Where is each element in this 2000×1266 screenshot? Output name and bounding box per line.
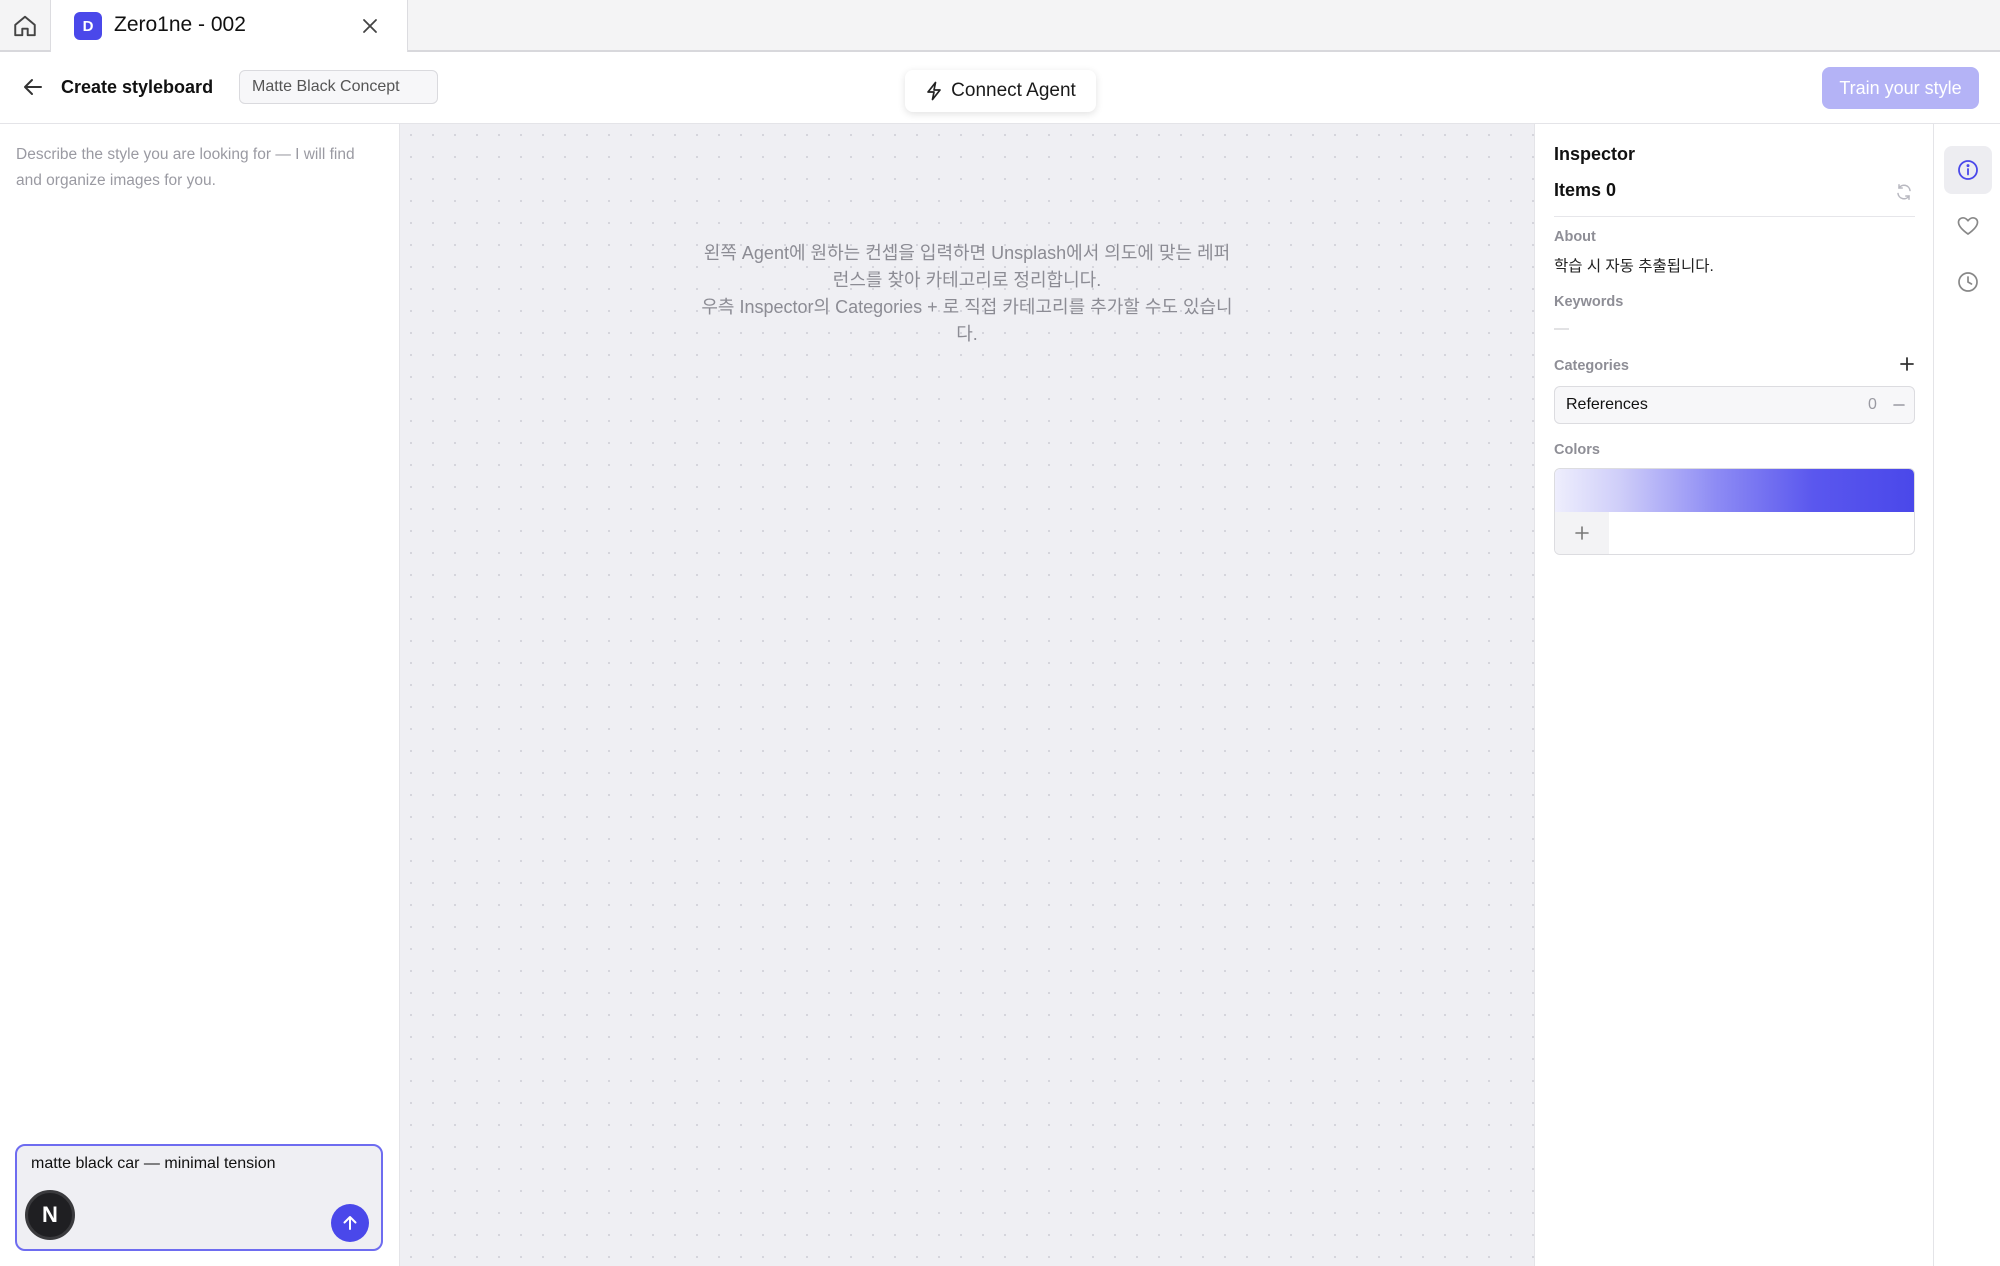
home-icon bbox=[14, 15, 36, 37]
info-icon bbox=[1958, 160, 1978, 180]
agent-hint: Describe the style you are looking for —… bbox=[16, 146, 355, 189]
category-row[interactable]: References 0 bbox=[1554, 386, 1915, 424]
about-text: 학습 시 자동 추출됩니다. bbox=[1554, 258, 1714, 275]
tab-document[interactable]: D Zero1ne - 002 bbox=[51, 0, 408, 53]
arrow-left-icon bbox=[24, 79, 42, 95]
tab-close-button[interactable] bbox=[357, 13, 383, 39]
color-gradient-swatch[interactable] bbox=[1555, 469, 1914, 512]
colors-label: Colors bbox=[1554, 442, 1600, 458]
about-label: About bbox=[1554, 229, 1596, 245]
close-icon bbox=[363, 19, 377, 33]
chat-input[interactable]: matte black car — minimal tension bbox=[31, 1155, 276, 1173]
items-count: Items 0 bbox=[1554, 180, 1617, 200]
document-badge: D bbox=[74, 12, 102, 40]
inspector-divider bbox=[1554, 216, 1915, 217]
inspector-title: Inspector bbox=[1554, 144, 1636, 164]
send-button[interactable] bbox=[331, 1204, 369, 1242]
home-button[interactable] bbox=[0, 0, 51, 52]
categories-label: Categories bbox=[1554, 358, 1629, 374]
tab-bar: D Zero1ne - 002 bbox=[0, 0, 2000, 53]
add-category-button[interactable] bbox=[1897, 354, 1917, 374]
side-rail bbox=[1934, 124, 2000, 1266]
arrow-up-icon bbox=[343, 1216, 357, 1230]
category-count: 0 bbox=[1868, 396, 1877, 413]
page-title: Create styleboard bbox=[61, 77, 214, 97]
category-name: References bbox=[1566, 396, 1648, 413]
lightning-icon bbox=[927, 81, 942, 101]
avatar[interactable]: N bbox=[25, 1190, 75, 1240]
connect-agent-button[interactable]: Connect Agent bbox=[905, 70, 1096, 112]
refresh-button[interactable] bbox=[1893, 181, 1915, 203]
canvas-empty-message: 왼쪽 Agent에 원하는 컨셉을 입력하면 Unsplash에서 의도에 맞는… bbox=[700, 240, 1234, 348]
clock-icon bbox=[1958, 272, 1978, 292]
chat-input-box[interactable]: matte black car — minimal tension N bbox=[15, 1144, 383, 1251]
connect-agent-label: Connect Agent bbox=[951, 80, 1076, 101]
plus-icon bbox=[1900, 357, 1914, 371]
inspector-tab-button[interactable] bbox=[1944, 146, 1992, 194]
refresh-icon bbox=[1897, 184, 1911, 200]
canvas-message-line1: 왼쪽 Agent에 원하는 컨셉을 입력하면 Unsplash에서 의도에 맞는… bbox=[703, 243, 1231, 290]
keywords-value: — bbox=[1554, 320, 1569, 337]
canvas-message-line2: 우측 Inspector의 Categories + 로 직접 카테고리를 추가… bbox=[701, 297, 1233, 344]
back-button[interactable] bbox=[20, 74, 46, 100]
plus-icon bbox=[1575, 526, 1589, 540]
agent-panel: Describe the style you are looking for —… bbox=[0, 124, 400, 1266]
keywords-label: Keywords bbox=[1554, 294, 1624, 310]
train-style-button[interactable]: Train your style bbox=[1822, 67, 1979, 109]
inspector-panel: Inspector Items 0 About 학습 시 자동 추출됩니다. K… bbox=[1534, 124, 1934, 1266]
tab-title: Zero1ne - 002 bbox=[114, 13, 246, 36]
favorites-tab-button[interactable] bbox=[1944, 202, 1992, 250]
remove-category-button[interactable] bbox=[1891, 397, 1907, 413]
add-color-button[interactable] bbox=[1555, 512, 1609, 554]
styleboard-name-input[interactable] bbox=[239, 70, 438, 104]
color-palette bbox=[1554, 468, 1915, 555]
heart-icon bbox=[1957, 216, 1979, 235]
minus-icon bbox=[1893, 404, 1905, 406]
header: Create styleboard Connect Agent Train yo… bbox=[0, 52, 2000, 124]
history-tab-button[interactable] bbox=[1944, 258, 1992, 306]
styleboard-canvas[interactable]: 왼쪽 Agent에 원하는 컨셉을 입력하면 Unsplash에서 의도에 맞는… bbox=[400, 124, 1534, 1266]
